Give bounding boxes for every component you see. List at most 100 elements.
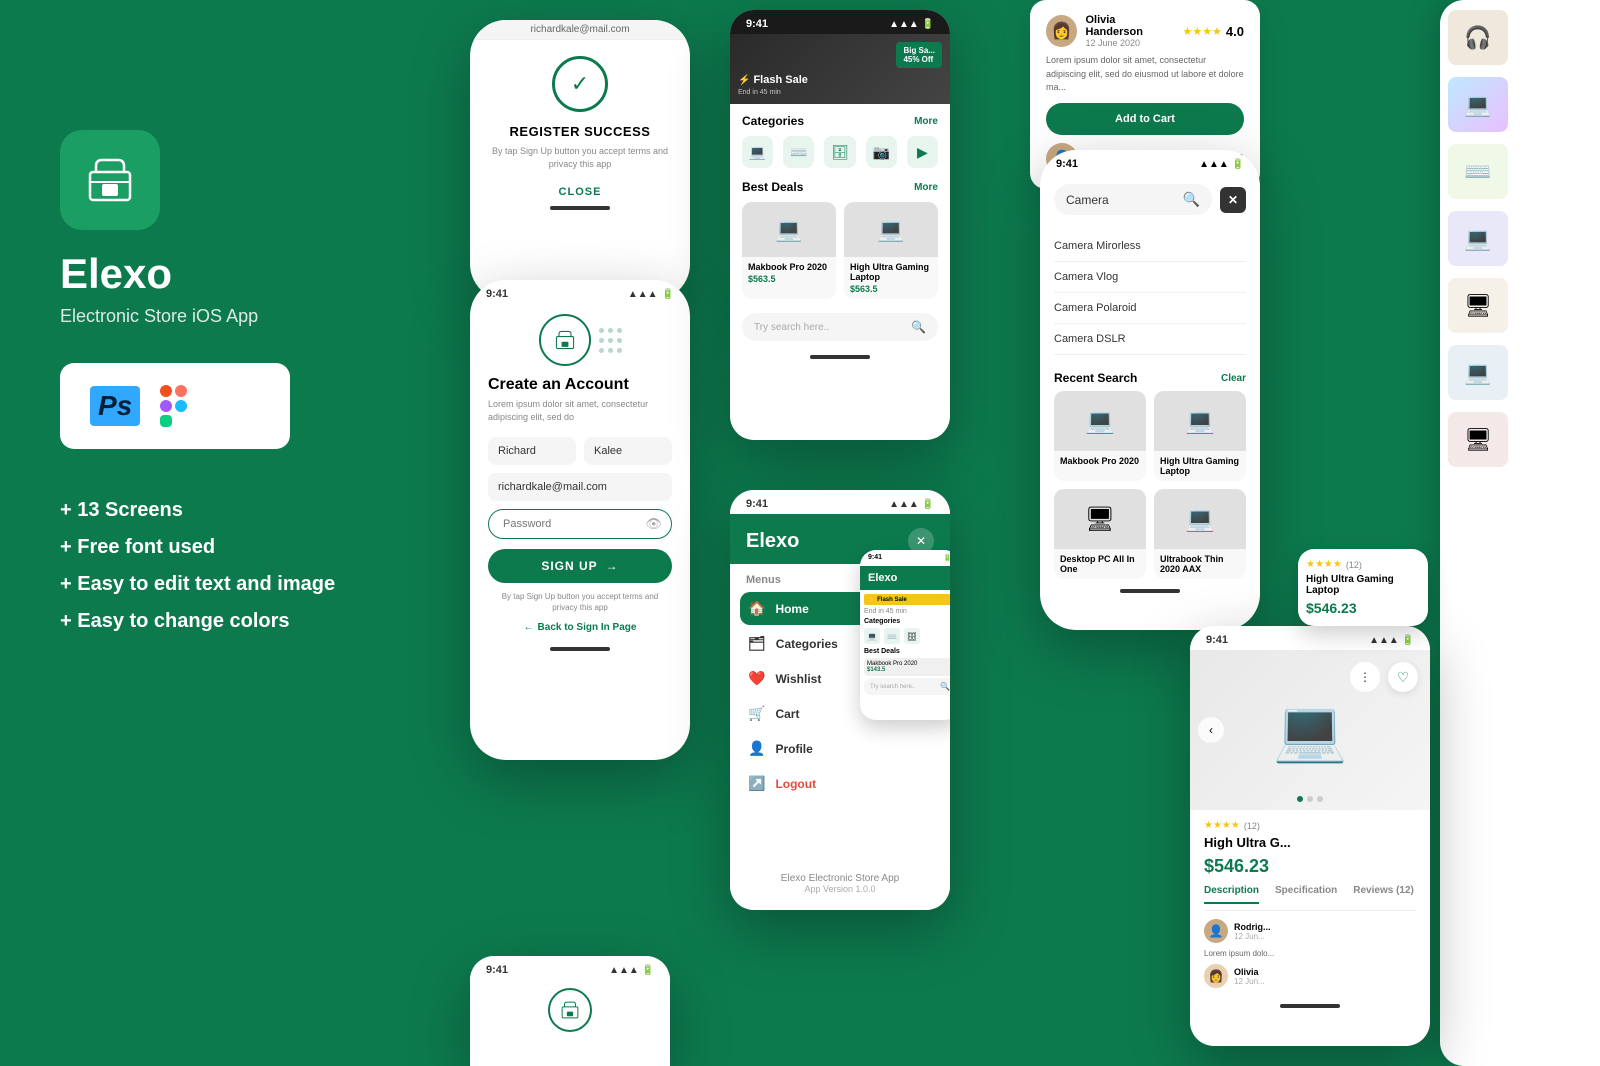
recent-name-1: Makbook Pro 2020	[1060, 456, 1140, 466]
recent-item-3[interactable]: 🖥 Desktop PC All In One	[1054, 489, 1146, 579]
recent-item-1[interactable]: 💻 Makbook Pro 2020	[1054, 391, 1146, 481]
flash-sale-info: ⚡ Flash Sale End in 45 min	[738, 74, 808, 96]
search-header: Camera 🔍 ✕	[1040, 174, 1260, 225]
signup-button[interactable]: SIGN UP →	[488, 549, 672, 583]
clear-search-button[interactable]: ✕	[1220, 187, 1246, 213]
deal-price-1: $563.5	[748, 274, 830, 284]
recent-info-2: High Ultra Gaming Laptop	[1154, 451, 1246, 481]
profile-menu-icon: 👤	[748, 740, 765, 757]
detail-reviewer-1: 👤 Rodrig... 12 Jun...	[1204, 919, 1416, 943]
deal-card-2[interactable]: 💻 High Ultra Gaming Laptop $563.5	[844, 202, 938, 299]
home-indicator	[1280, 1004, 1340, 1008]
app-icon	[60, 130, 160, 230]
menu-footer: Elexo Electronic Store App App Version 1…	[730, 873, 950, 894]
search-bar[interactable]: Try search here.. 🔍	[742, 313, 938, 341]
search-placeholder: Try search here..	[754, 322, 829, 333]
review-count: (12)	[1244, 821, 1260, 831]
list-item-2[interactable]: 💻	[1448, 77, 1592, 132]
cat-laptop[interactable]: 💻	[742, 136, 773, 168]
list-item-3[interactable]: ⌨️	[1448, 144, 1592, 199]
list-item-5[interactable]: 🖥	[1448, 278, 1592, 333]
suggestion-2[interactable]: Camera Vlog	[1054, 262, 1246, 293]
phone-nested-mini: 9:41🔋 Elexo ⚡ Flash Sale End in 45 min C…	[860, 550, 950, 720]
cat-camera[interactable]: 📷	[866, 136, 897, 168]
close-button[interactable]: CLOSE	[559, 186, 602, 198]
list-item-6[interactable]: 💻	[1448, 345, 1592, 400]
deal-card-1[interactable]: 💻 Makbook Pro 2020 $563.5	[742, 202, 836, 299]
mini-search-bar: Try search here.. 🔍	[864, 678, 950, 695]
status-bar-search: 9:41 ▲▲▲ 🔋	[1040, 150, 1260, 174]
search-input-wrap[interactable]: Camera 🔍	[1054, 184, 1212, 215]
clear-recent-button[interactable]: Clear	[1221, 373, 1246, 384]
menu-footer-2: App Version 1.0.0	[730, 884, 950, 894]
suggestion-1[interactable]: Camera Mirorless	[1054, 231, 1246, 262]
best-deals-header: Best Deals More	[742, 180, 938, 194]
tab-specification[interactable]: Specification	[1275, 885, 1337, 904]
menu-footer-1: Elexo Electronic Store App	[730, 873, 950, 884]
back-to-signin[interactable]: ← Back to Sign In Page	[488, 622, 672, 633]
list-item-7[interactable]: 🖥	[1448, 412, 1592, 467]
product-stars: ★★★★	[1204, 820, 1240, 831]
recent-grid: 💻 Makbook Pro 2020 💻 High Ultra Gaming L…	[1040, 391, 1260, 579]
recent-item-2[interactable]: 💻 High Ultra Gaming Laptop	[1154, 391, 1246, 481]
product-card-small[interactable]: ★★★★ (12) High Ultra Gaming Laptop $546.…	[1298, 549, 1428, 626]
dots-pattern	[599, 314, 622, 366]
list-thumb-1: 🎧	[1448, 10, 1508, 65]
eye-icon[interactable]: 👁	[645, 516, 662, 532]
deals-grid: 💻 Makbook Pro 2020 $563.5 💻 High Ultra G…	[742, 202, 938, 299]
categories-more[interactable]: More	[914, 116, 938, 127]
suggestion-3[interactable]: Camera Polaroid	[1054, 293, 1246, 324]
password-input[interactable]	[488, 509, 672, 539]
figma-logo	[160, 385, 188, 427]
back-arrow-button[interactable]: ‹	[1198, 717, 1224, 743]
photoshop-logo: Ps	[90, 386, 140, 426]
search-query-text: Camera	[1066, 193, 1177, 207]
register-desc: By tap Sign Up button you accept terms a…	[490, 145, 670, 170]
last-name-input[interactable]: Kalee	[584, 437, 672, 465]
status-bar-home: 9:41 ▲▲▲ 🔋	[730, 10, 950, 34]
list-item-4[interactable]: 💻	[1448, 211, 1592, 266]
phone-menu: 9:41 ▲▲▲ 🔋 Elexo ✕ Menus 🏠 Home 🗂 Catego…	[730, 490, 950, 910]
cat-keyboard[interactable]: ⌨️	[783, 136, 814, 168]
menu-item-profile[interactable]: 👤 Profile	[740, 732, 940, 765]
add-to-cart-button[interactable]: Add to Cart	[1046, 103, 1244, 135]
cat-more[interactable]: ▶	[907, 136, 938, 168]
category-icons: 💻 ⌨️ 🗄 📷 ▶	[742, 136, 938, 168]
status-bar-signup: 9:41 ▲▲▲ 🔋	[470, 280, 690, 304]
detail-reviewer-date-2: 12 Jun...	[1234, 977, 1265, 986]
recent-img-1: 💻	[1054, 391, 1146, 451]
feature-4: + Easy to change colors	[60, 610, 380, 633]
list-item-1[interactable]: 🎧	[1448, 10, 1592, 65]
search-icon: 🔍	[911, 320, 926, 334]
success-circle: ✓	[552, 56, 608, 112]
first-name-input[interactable]: Richard	[488, 437, 576, 465]
more-options-button[interactable]: ⋮	[1350, 662, 1380, 692]
signup-icon	[539, 314, 591, 366]
feature-1: + 13 Screens	[60, 499, 380, 522]
categories-menu-icon: 🗂	[748, 635, 766, 652]
store-icon	[82, 152, 138, 208]
recent-item-4[interactable]: 💻 Ultrabook Thin 2020 AAX	[1154, 489, 1246, 579]
mini-end-text: End in 45 min	[864, 608, 950, 615]
tab-description[interactable]: Description	[1204, 885, 1259, 904]
status-bar-bottom: 9:41 ▲▲▲ 🔋	[470, 956, 670, 980]
tab-reviews[interactable]: Reviews (12)	[1353, 885, 1414, 904]
deal-img-2: 💻	[844, 202, 938, 257]
tool-logos: Ps	[60, 363, 290, 449]
mini-flash-badge: ⚡ Flash Sale	[864, 594, 950, 605]
cat-storage[interactable]: 🗄	[824, 136, 855, 168]
best-deals-more[interactable]: More	[914, 182, 938, 193]
phone-bottom-signup: 9:41 ▲▲▲ 🔋	[470, 956, 670, 1066]
recent-name-4: Ultrabook Thin 2020 AAX	[1160, 554, 1240, 574]
detail-reviewer-2: 👩 Olivia 12 Jun...	[1204, 964, 1416, 988]
email-input[interactable]: richardkale@mail.com	[488, 473, 672, 501]
status-bar-detail: 9:41 ▲▲▲ 🔋	[1190, 626, 1430, 650]
search-bar-wrap: Try search here.. 🔍	[730, 305, 950, 349]
suggestion-4[interactable]: Camera DSLR	[1054, 324, 1246, 355]
register-title: REGISTER SUCCESS	[510, 124, 651, 139]
menu-item-logout[interactable]: ↗️ Logout	[740, 767, 940, 800]
mini-content: ⚡ Flash Sale End in 45 min Categories 💻 …	[860, 590, 950, 699]
categories-title: Categories	[742, 114, 804, 128]
list-items: 🎧 💻 ⌨️ 💻 🖥 💻 🖥	[1440, 0, 1600, 489]
wishlist-button[interactable]: ♡	[1388, 662, 1418, 692]
